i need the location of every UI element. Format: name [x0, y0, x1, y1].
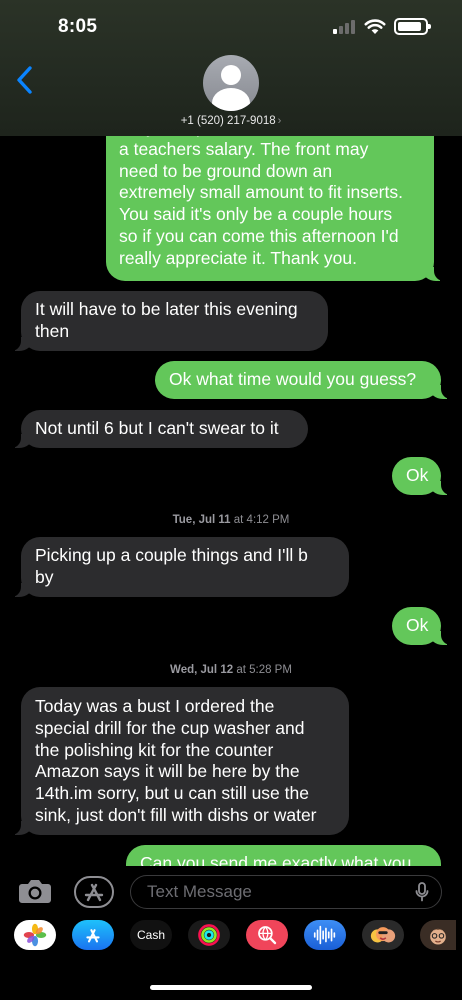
- message-bubble-incoming[interactable]: Picking up a couple things and I'll b by: [9, 537, 349, 597]
- contact-avatar[interactable]: [203, 55, 259, 111]
- fitness-app[interactable]: [188, 920, 230, 950]
- message-bubble-outgoing[interactable]: daily is expensive and not feasible on a…: [106, 116, 446, 281]
- message-text: Today was a bust I ordered the special d…: [35, 696, 317, 825]
- timestamp-divider: Tue, Jul 11 at 4:12 PM: [0, 514, 462, 526]
- message-text: Not until 6 but I can't swear to it: [35, 418, 279, 438]
- message-input[interactable]: Text Message: [130, 875, 442, 909]
- apple-cash-app[interactable]: Cash: [130, 920, 172, 950]
- message-bubble-outgoing[interactable]: Ok: [392, 607, 453, 645]
- timestamp-time: at 5:28 PM: [236, 664, 292, 676]
- search-images-app[interactable]: [246, 920, 288, 950]
- globe-search-icon: [258, 926, 277, 945]
- home-indicator[interactable]: [150, 985, 312, 990]
- camera-icon[interactable]: [18, 878, 52, 904]
- message-text: It will have to be later this evening th…: [35, 299, 298, 341]
- message-bubble-outgoing[interactable]: Ok: [392, 457, 453, 495]
- memoji-face-icon: [430, 928, 446, 945]
- timestamp-divider: Wed, Jul 12 at 5:28 PM: [0, 664, 462, 676]
- microphone-icon[interactable]: [415, 882, 429, 902]
- memoji-app[interactable]: [420, 920, 456, 950]
- timestamp-day: Tue, Jul 11: [172, 514, 231, 526]
- app-store-drawer-button[interactable]: [74, 876, 114, 908]
- timestamp-time: at 4:12 PM: [233, 514, 290, 526]
- message-bubble-outgoing[interactable]: Ok what time would you guess?: [155, 361, 453, 399]
- conversation-header: 8:05 +1 (520) 217-9018 ›: [0, 0, 462, 136]
- back-chevron-icon[interactable]: [14, 62, 38, 98]
- audio-message-app[interactable]: [304, 920, 346, 950]
- app-store-icon: [84, 883, 104, 902]
- battery-icon: [394, 18, 431, 35]
- app-drawer: Cash: [0, 916, 462, 966]
- apple-cash-icon: Cash: [136, 928, 165, 942]
- message-bubble-incoming[interactable]: Not until 6 but I can't swear to it: [9, 410, 308, 448]
- message-text: Picking up a couple things and I'll b by: [35, 545, 308, 587]
- contact-phone-number: +1 (520) 217-9018: [180, 115, 276, 127]
- cellular-signal-icon: [333, 20, 357, 34]
- message-text: Ok: [406, 465, 429, 485]
- app-store-app[interactable]: [72, 920, 114, 950]
- memoji-stickers-app[interactable]: [362, 920, 404, 950]
- chevron-right-icon: ›: [277, 115, 282, 127]
- memoji-icon: [370, 927, 396, 943]
- status-time: 8:05: [58, 16, 98, 37]
- message-input-placeholder: Text Message: [147, 882, 252, 901]
- message-text: Ok: [406, 615, 429, 635]
- app-store-icon: [86, 929, 100, 943]
- compose-bar: Text Message Cash: [0, 866, 462, 1000]
- message-bubble-incoming[interactable]: It will have to be later this evening th…: [9, 291, 328, 351]
- contact-name-button[interactable]: +1 (520) 217-9018 ›: [0, 115, 462, 127]
- photos-icon: [23, 923, 47, 947]
- audio-waveform-icon: [313, 925, 336, 945]
- wifi-icon: [364, 19, 386, 34]
- photos-app[interactable]: [14, 920, 56, 950]
- message-text: Ok what time would you guess?: [169, 369, 417, 389]
- message-text: daily is expensive and not feasible on a…: [119, 117, 409, 268]
- message-bubble-incoming[interactable]: Today was a bust I ordered the special d…: [9, 687, 349, 835]
- activity-rings-icon: [198, 924, 220, 946]
- timestamp-day: Wed, Jul 12: [170, 664, 234, 676]
